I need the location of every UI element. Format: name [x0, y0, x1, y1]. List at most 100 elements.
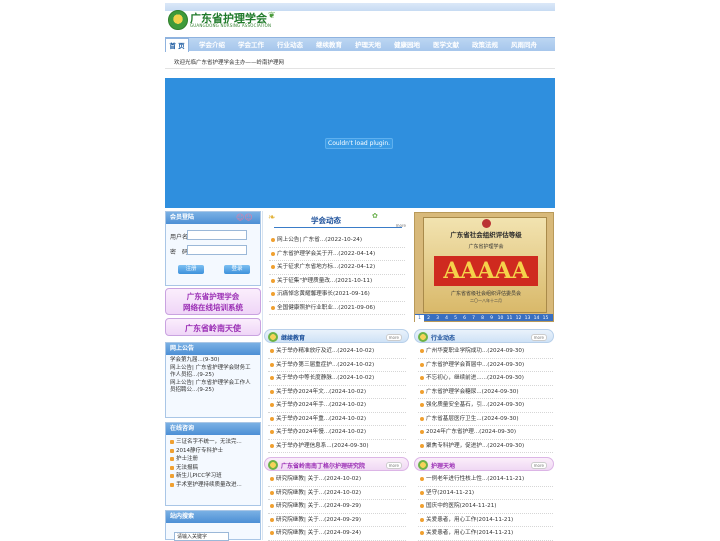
- list-item[interactable]: 关于举办第三届重症护...(2024-10-02): [268, 359, 406, 372]
- list-item[interactable]: 研究院继教| 关于...(2024-09-29): [268, 514, 406, 527]
- nav-item[interactable]: 学会介绍: [193, 38, 231, 52]
- list-item[interactable]: 聚焦专科护理，促进护...(2024-09-30): [418, 440, 553, 453]
- notice-line[interactable]: 网上公告| 广东省护理学会财务工作人员招...(9-25): [170, 365, 256, 380]
- list-item[interactable]: 关于征求广东省地方标...(2022-04-12): [269, 261, 405, 275]
- list-item[interactable]: 研究院继教| 关于...(2024-09-29): [268, 500, 406, 514]
- site-logo[interactable]: 广东省护理学会 GUANGDONG NURSING ASSOCIATION ❦: [168, 9, 278, 31]
- list-item[interactable]: 研究院继教| 关于...(2024-09-24): [268, 527, 406, 541]
- list-item[interactable]: 三证名字不统一，无法完...: [169, 438, 257, 447]
- register-button[interactable]: 注册: [178, 265, 204, 274]
- research-institute-more-link[interactable]: more: [385, 462, 402, 469]
- section-icon: [418, 460, 428, 470]
- list-item[interactable]: 强化质量安全基石，引...(2024-09-30): [418, 399, 553, 413]
- plaque-org: 广东省护理学会: [468, 244, 504, 250]
- slider-page-button[interactable]: 8: [478, 315, 487, 322]
- plaque-date: 二〇一八年十二月: [470, 298, 502, 303]
- list-item[interactable]: 关于举办中等长度静脉...(2024-10-02): [268, 372, 406, 386]
- online-consult-list: 三证名字不统一，无法完... 2014静疗专科护士 护士注册 无法报稿 新生儿P…: [166, 435, 260, 492]
- decor-kids-icon: ☺☺: [236, 213, 253, 222]
- slider-page-button[interactable]: 9: [487, 315, 496, 322]
- list-item[interactable]: 广东省护理学会糖尿...(2024-09-30): [418, 386, 553, 399]
- notice-panel: 网上公告 学会第九届...(9-30) 网上公告| 广东省护理学会财务工作人员招…: [165, 342, 261, 418]
- continuing-edu-title: 继续教育: [281, 335, 306, 342]
- slider-pager: 1 2 3 4 5 6 7 8 9 10 11 12 13 14 15: [415, 314, 553, 322]
- nav-item[interactable]: 健康园地: [388, 38, 426, 52]
- continuing-edu-more-link[interactable]: more: [385, 334, 402, 341]
- slider-page-button[interactable]: 11: [505, 315, 514, 322]
- list-item[interactable]: 手术室护理持续质量改进...: [169, 481, 257, 490]
- login-button[interactable]: 登录: [224, 265, 250, 274]
- notice-line[interactable]: 网上公告| 广东省护理学会工作人员招聘公...(9-25): [170, 380, 256, 395]
- leaf-icon: ❧: [268, 213, 276, 223]
- list-item[interactable]: 关于征集"护理质量改...(2021-10-11): [269, 275, 405, 288]
- nav-item[interactable]: 护理天地: [349, 38, 387, 52]
- slider-page-button[interactable]: 10: [496, 315, 505, 322]
- industry-news-more-link[interactable]: more: [530, 334, 547, 341]
- nav-item[interactable]: 行业动态: [271, 38, 309, 52]
- list-item[interactable]: 2014静疗专科护士: [169, 447, 257, 456]
- site-search-panel: 站内搜索 请输入关键字: [165, 510, 261, 541]
- leaf-icon: ❦: [268, 11, 276, 21]
- list-item[interactable]: 广州华夏职业学院成功...(2024-09-30): [418, 345, 553, 359]
- industry-news-title: 行业动态: [431, 335, 456, 342]
- news-title: 学会动态: [311, 216, 341, 225]
- list-item[interactable]: 2024年广东省护理...(2024-09-30): [418, 426, 553, 440]
- slider-page-button[interactable]: 4: [442, 315, 451, 322]
- online-training-link[interactable]: 广东省护理学会 网络在线培训系统: [165, 288, 261, 315]
- list-item[interactable]: 关于举办2024年文...(2024-10-02): [268, 386, 406, 399]
- nav-item[interactable]: 政策法规: [466, 38, 504, 52]
- honor-photo-slider[interactable]: 广东省社会组织评估等级 广东省护理学会 AAAAA 广东省省级社会组织评估委员会…: [414, 212, 554, 322]
- list-item[interactable]: 关于举办2024年慢...(2024-10-02): [268, 426, 406, 440]
- list-item[interactable]: 关于举办2024年重...(2024-10-02): [268, 413, 406, 426]
- slider-page-button[interactable]: 14: [532, 315, 541, 322]
- list-item[interactable]: 坚守(2014-11-21): [418, 487, 553, 500]
- slider-page-button[interactable]: 7: [469, 315, 478, 322]
- slider-page-button[interactable]: 3: [433, 315, 442, 322]
- list-item[interactable]: 国庆中的医院(2014-11-21): [418, 500, 553, 514]
- list-item[interactable]: 研究院继教| 关于...(2024-10-02): [268, 487, 406, 500]
- slider-page-button[interactable]: 6: [460, 315, 469, 322]
- nav-item[interactable]: 继续教育: [310, 38, 348, 52]
- list-item[interactable]: 研究院继教| 关于...(2024-10-02): [268, 473, 406, 487]
- flash-banner[interactable]: Couldn't load plugin.: [165, 78, 555, 208]
- slider-page-button[interactable]: 13: [523, 315, 532, 322]
- list-item[interactable]: 广东省护理学会关于开...(2022-04-14): [269, 248, 405, 261]
- list-item[interactable]: 关爱患者，用心工作(2014-11-21): [418, 527, 553, 541]
- list-item[interactable]: 关于举办2024年手...(2024-10-02): [268, 399, 406, 413]
- list-item[interactable]: 关于举办护理信息系...(2024-09-30): [268, 440, 406, 453]
- nursing-world-more-link[interactable]: more: [530, 462, 547, 469]
- list-item[interactable]: 新生儿PICC学习班: [169, 472, 257, 481]
- slider-page-button[interactable]: 1: [415, 315, 424, 322]
- username-input[interactable]: [187, 230, 247, 240]
- list-item[interactable]: 网上公告| 广东省...(2022-10-24): [269, 234, 405, 248]
- list-item[interactable]: 全国健康照护行业职业...(2021-09-06): [269, 302, 405, 315]
- list-item[interactable]: 不忘初心，继续前进......(2024-09-30): [418, 372, 553, 386]
- list-item[interactable]: 广东省基层医疗卫生...(2024-09-30): [418, 413, 553, 426]
- list-item[interactable]: 一例老年进行性核上性...(2014-11-21): [418, 473, 553, 487]
- news-list: 网上公告| 广东省...(2022-10-24) 广东省护理学会关于开...(20…: [269, 234, 405, 315]
- flower-icon: ✿: [372, 212, 378, 220]
- list-item[interactable]: 护士注册: [169, 455, 257, 464]
- list-item[interactable]: 广东省护理学会首届中...(2024-09-30): [418, 359, 553, 372]
- lingnan-angel-link[interactable]: 广东省岭南天使: [165, 318, 261, 336]
- list-item[interactable]: 无法报稿: [169, 464, 257, 473]
- site-search-title: 站内搜索: [166, 511, 260, 523]
- nav-item[interactable]: 风雨同舟: [505, 38, 543, 52]
- notice-line[interactable]: 学会第九届...(9-30): [170, 357, 256, 365]
- password-input[interactable]: [187, 245, 247, 255]
- online-consult-panel: 在线咨询 三证名字不统一，无法完... 2014静疗专科护士 护士注册 无法报稿…: [165, 422, 261, 506]
- list-item[interactable]: 关爱患者，用心工作(2014-11-21): [418, 514, 553, 527]
- nav-item[interactable]: 学会工作: [232, 38, 270, 52]
- nav-item[interactable]: 首 页: [165, 38, 189, 52]
- header: 广东省护理学会 GUANGDONG NURSING ASSOCIATION ❦: [165, 0, 555, 36]
- slider-page-button[interactable]: 12: [514, 315, 523, 322]
- slider-page-button[interactable]: 5: [451, 315, 460, 322]
- nav-item[interactable]: 医学文献: [427, 38, 465, 52]
- slider-page-button[interactable]: 15: [541, 315, 550, 322]
- logo-subtitle: GUANGDONG NURSING ASSOCIATION: [190, 23, 272, 28]
- continuing-edu-list: 关于举办精准放疗及近...(2024-10-02) 关于举办第三届重症护...(2…: [268, 345, 406, 453]
- slider-page-button[interactable]: 2: [424, 315, 433, 322]
- list-item[interactable]: 关于举办精准放疗及近...(2024-10-02): [268, 345, 406, 359]
- notice-title: 网上公告: [166, 343, 260, 355]
- list-item[interactable]: 沉痛悼念黄耀馨理事长(2021-09-16): [269, 288, 405, 302]
